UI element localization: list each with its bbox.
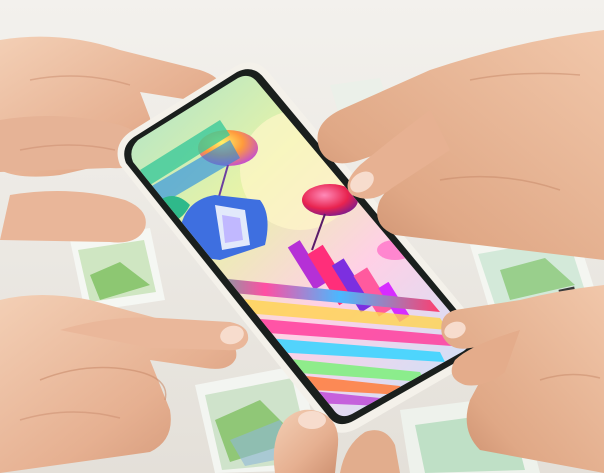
fingernail [298, 411, 326, 429]
photo-frame [0, 0, 604, 473]
photo-scene [0, 0, 604, 473]
